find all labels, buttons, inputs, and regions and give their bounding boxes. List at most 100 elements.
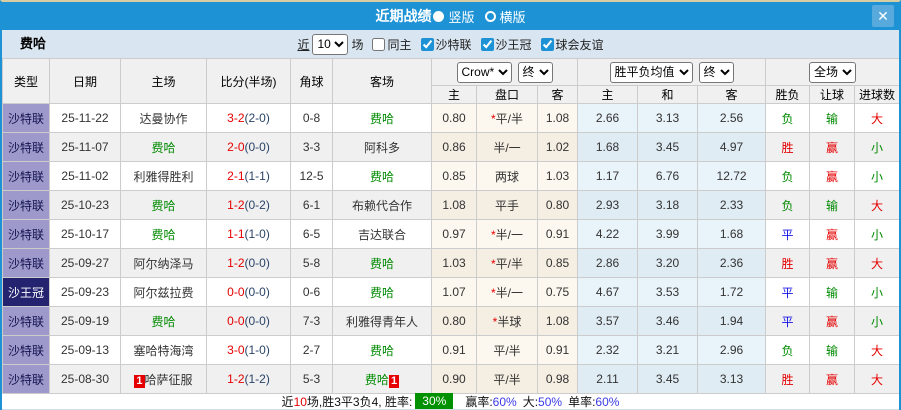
away-team-name: 布赖代合作	[352, 199, 412, 213]
home-team-name: 达曼协作	[139, 112, 187, 126]
fulltime-score: 3-2	[227, 111, 244, 125]
league-type-cell: 沙特联	[3, 191, 50, 220]
horizontal-layout-radio[interactable]	[485, 11, 496, 22]
recent-link[interactable]: 近	[297, 36, 309, 53]
corners-cell: 6-1	[291, 191, 333, 220]
home-team-name: 阿尔纳泽马	[133, 257, 193, 271]
target-team-name: 费哈	[20, 30, 46, 58]
away-team-cell: 费哈	[333, 336, 432, 365]
handicap-result-cell: 赢	[810, 249, 855, 278]
league-filter-club-friendly[interactable]: 球会友谊	[535, 36, 604, 53]
home-team-cell: 费哈	[121, 220, 207, 249]
games-count-select[interactable]: 10	[312, 34, 348, 55]
titlebar: 近期战绩 竖版 横版 ✕	[2, 2, 899, 30]
handicap-time-select[interactable]: 终	[518, 62, 553, 83]
saudi-league-checkbox[interactable]	[421, 38, 434, 51]
league-type-cell: 沙特联	[3, 162, 50, 191]
dialog-title: 近期战绩	[375, 6, 431, 26]
score-cell: 0-0(0-0)	[207, 307, 291, 336]
league-type-cell: 沙王冠	[3, 278, 50, 307]
fulltime-score: 3-0	[227, 343, 244, 357]
rank-badge: 1	[134, 375, 144, 388]
corners-cell: 5-3	[291, 365, 333, 394]
away-team-cell: 费哈	[333, 278, 432, 307]
asian-line-cell: 平手	[477, 191, 538, 220]
home-team-cell: 阿尔纳泽马	[121, 249, 207, 278]
table-row: 沙特联 25-09-13 塞哈特海湾 3-0(1-0) 2-7 费哈 0.91 …	[3, 336, 900, 365]
home-team-name: 利雅得胜利	[133, 170, 193, 184]
date-cell: 25-10-23	[50, 191, 121, 220]
halftime-score: (1-0)	[245, 227, 270, 241]
asian-line-cell: 两球	[477, 162, 538, 191]
col-header-handicap-result: 让球	[810, 86, 855, 104]
fulltime-score: 0-0	[227, 285, 244, 299]
halftime-score: (1-0)	[245, 343, 270, 357]
handicap-result-cell: 赢	[810, 307, 855, 336]
scope-select[interactable]: 全场	[809, 62, 856, 83]
same-home-checkbox[interactable]	[372, 38, 385, 51]
asian-home-odds-cell: 0.91	[432, 336, 477, 365]
asian-line-text: 平/半	[493, 373, 520, 387]
odds-home-cell: 3.57	[578, 307, 638, 336]
header-selects-row: 类型 日期 主场 比分(半场) 角球 客场 Crow* 终	[3, 59, 900, 86]
saudi-league-text: 沙特联	[436, 36, 472, 53]
bookmaker-select[interactable]: Crow*	[457, 62, 512, 83]
home-team-name: 阿尔兹拉费	[133, 286, 193, 300]
away-team-cell: 利雅得青年人	[333, 307, 432, 336]
fulltime-score: 1-2	[227, 198, 244, 212]
odds-away-cell: 3.13	[698, 365, 766, 394]
handicap-result-cell: 赢	[810, 220, 855, 249]
club-friendly-checkbox[interactable]	[541, 38, 554, 51]
result-cell: 胜	[766, 249, 810, 278]
halftime-score: (0-2)	[245, 198, 270, 212]
odds-away-cell: 4.97	[698, 133, 766, 162]
odds-type-select[interactable]: 胜平负均值	[610, 62, 693, 83]
home-team-name: 哈萨征服	[145, 373, 193, 387]
away-team-cell: 阿科多	[333, 133, 432, 162]
table-row: 沙特联 25-10-17 费哈 1-1(1-0) 6-5 吉达联合 0.97 *…	[3, 220, 900, 249]
vertical-layout-label[interactable]: 竖版	[448, 7, 474, 26]
date-cell: 25-09-23	[50, 278, 121, 307]
asian-line-text: 两球	[495, 170, 519, 184]
odds-draw-cell: 3.20	[638, 249, 698, 278]
date-cell: 25-11-07	[50, 133, 121, 162]
asian-line-cell: *平/半	[477, 104, 538, 133]
asian-away-odds-cell: 0.91	[538, 220, 578, 249]
handicap-result-cell: 输	[810, 336, 855, 365]
col-header-goals: 进球数	[855, 86, 900, 104]
odds-away-cell: 1.68	[698, 220, 766, 249]
asian-line-cell: 平/半	[477, 365, 538, 394]
score-cell: 3-2(2-0)	[207, 104, 291, 133]
odds-draw-cell: 3.45	[638, 365, 698, 394]
same-home-checkbox-label[interactable]: 同主	[366, 36, 411, 53]
away-team-name: 阿科多	[364, 141, 400, 155]
asian-away-odds-cell: 1.08	[538, 307, 578, 336]
col-header-asian-line: 盘口	[477, 86, 538, 104]
odds-away-cell: 2.56	[698, 104, 766, 133]
table-row: 沙特联 25-10-23 费哈 1-2(0-2) 6-1 布赖代合作 1.08 …	[3, 191, 900, 220]
club-friendly-text: 球会友谊	[556, 36, 604, 53]
halftime-score: (1-2)	[245, 372, 270, 386]
odds-draw-cell: 6.76	[638, 162, 698, 191]
col-header-asian-away: 客	[538, 86, 578, 104]
goals-cell: 小	[855, 220, 900, 249]
summary-text: 近10场,胜3平3负4, 胜率:	[282, 393, 413, 410]
date-cell: 25-09-13	[50, 336, 121, 365]
date-cell: 25-09-19	[50, 307, 121, 336]
close-icon[interactable]: ✕	[872, 5, 894, 27]
league-filter-saudi-league[interactable]: 沙特联	[415, 36, 472, 53]
horizontal-layout-label[interactable]: 横版	[500, 7, 526, 26]
asian-line-text: 半球	[497, 315, 521, 329]
kings-cup-checkbox[interactable]	[481, 38, 494, 51]
vertical-layout-radio[interactable]	[433, 11, 444, 22]
asian-line-text: 半/一	[496, 228, 523, 242]
result-cell: 负	[766, 162, 810, 191]
league-filter-kings-cup[interactable]: 沙王冠	[475, 36, 532, 53]
corners-cell: 6-5	[291, 220, 333, 249]
results-tbody: 沙特联 25-11-22 达曼协作 3-2(2-0) 0-8 费哈 0.80 *…	[3, 104, 900, 394]
odds-time-select[interactable]: 终	[699, 62, 734, 83]
goals-cell: 小	[855, 133, 900, 162]
asian-away-odds-cell: 0.98	[538, 365, 578, 394]
table-row: 沙特联 25-09-19 费哈 0-0(0-0) 7-3 利雅得青年人 0.80…	[3, 307, 900, 336]
asian-home-odds-cell: 1.03	[432, 249, 477, 278]
